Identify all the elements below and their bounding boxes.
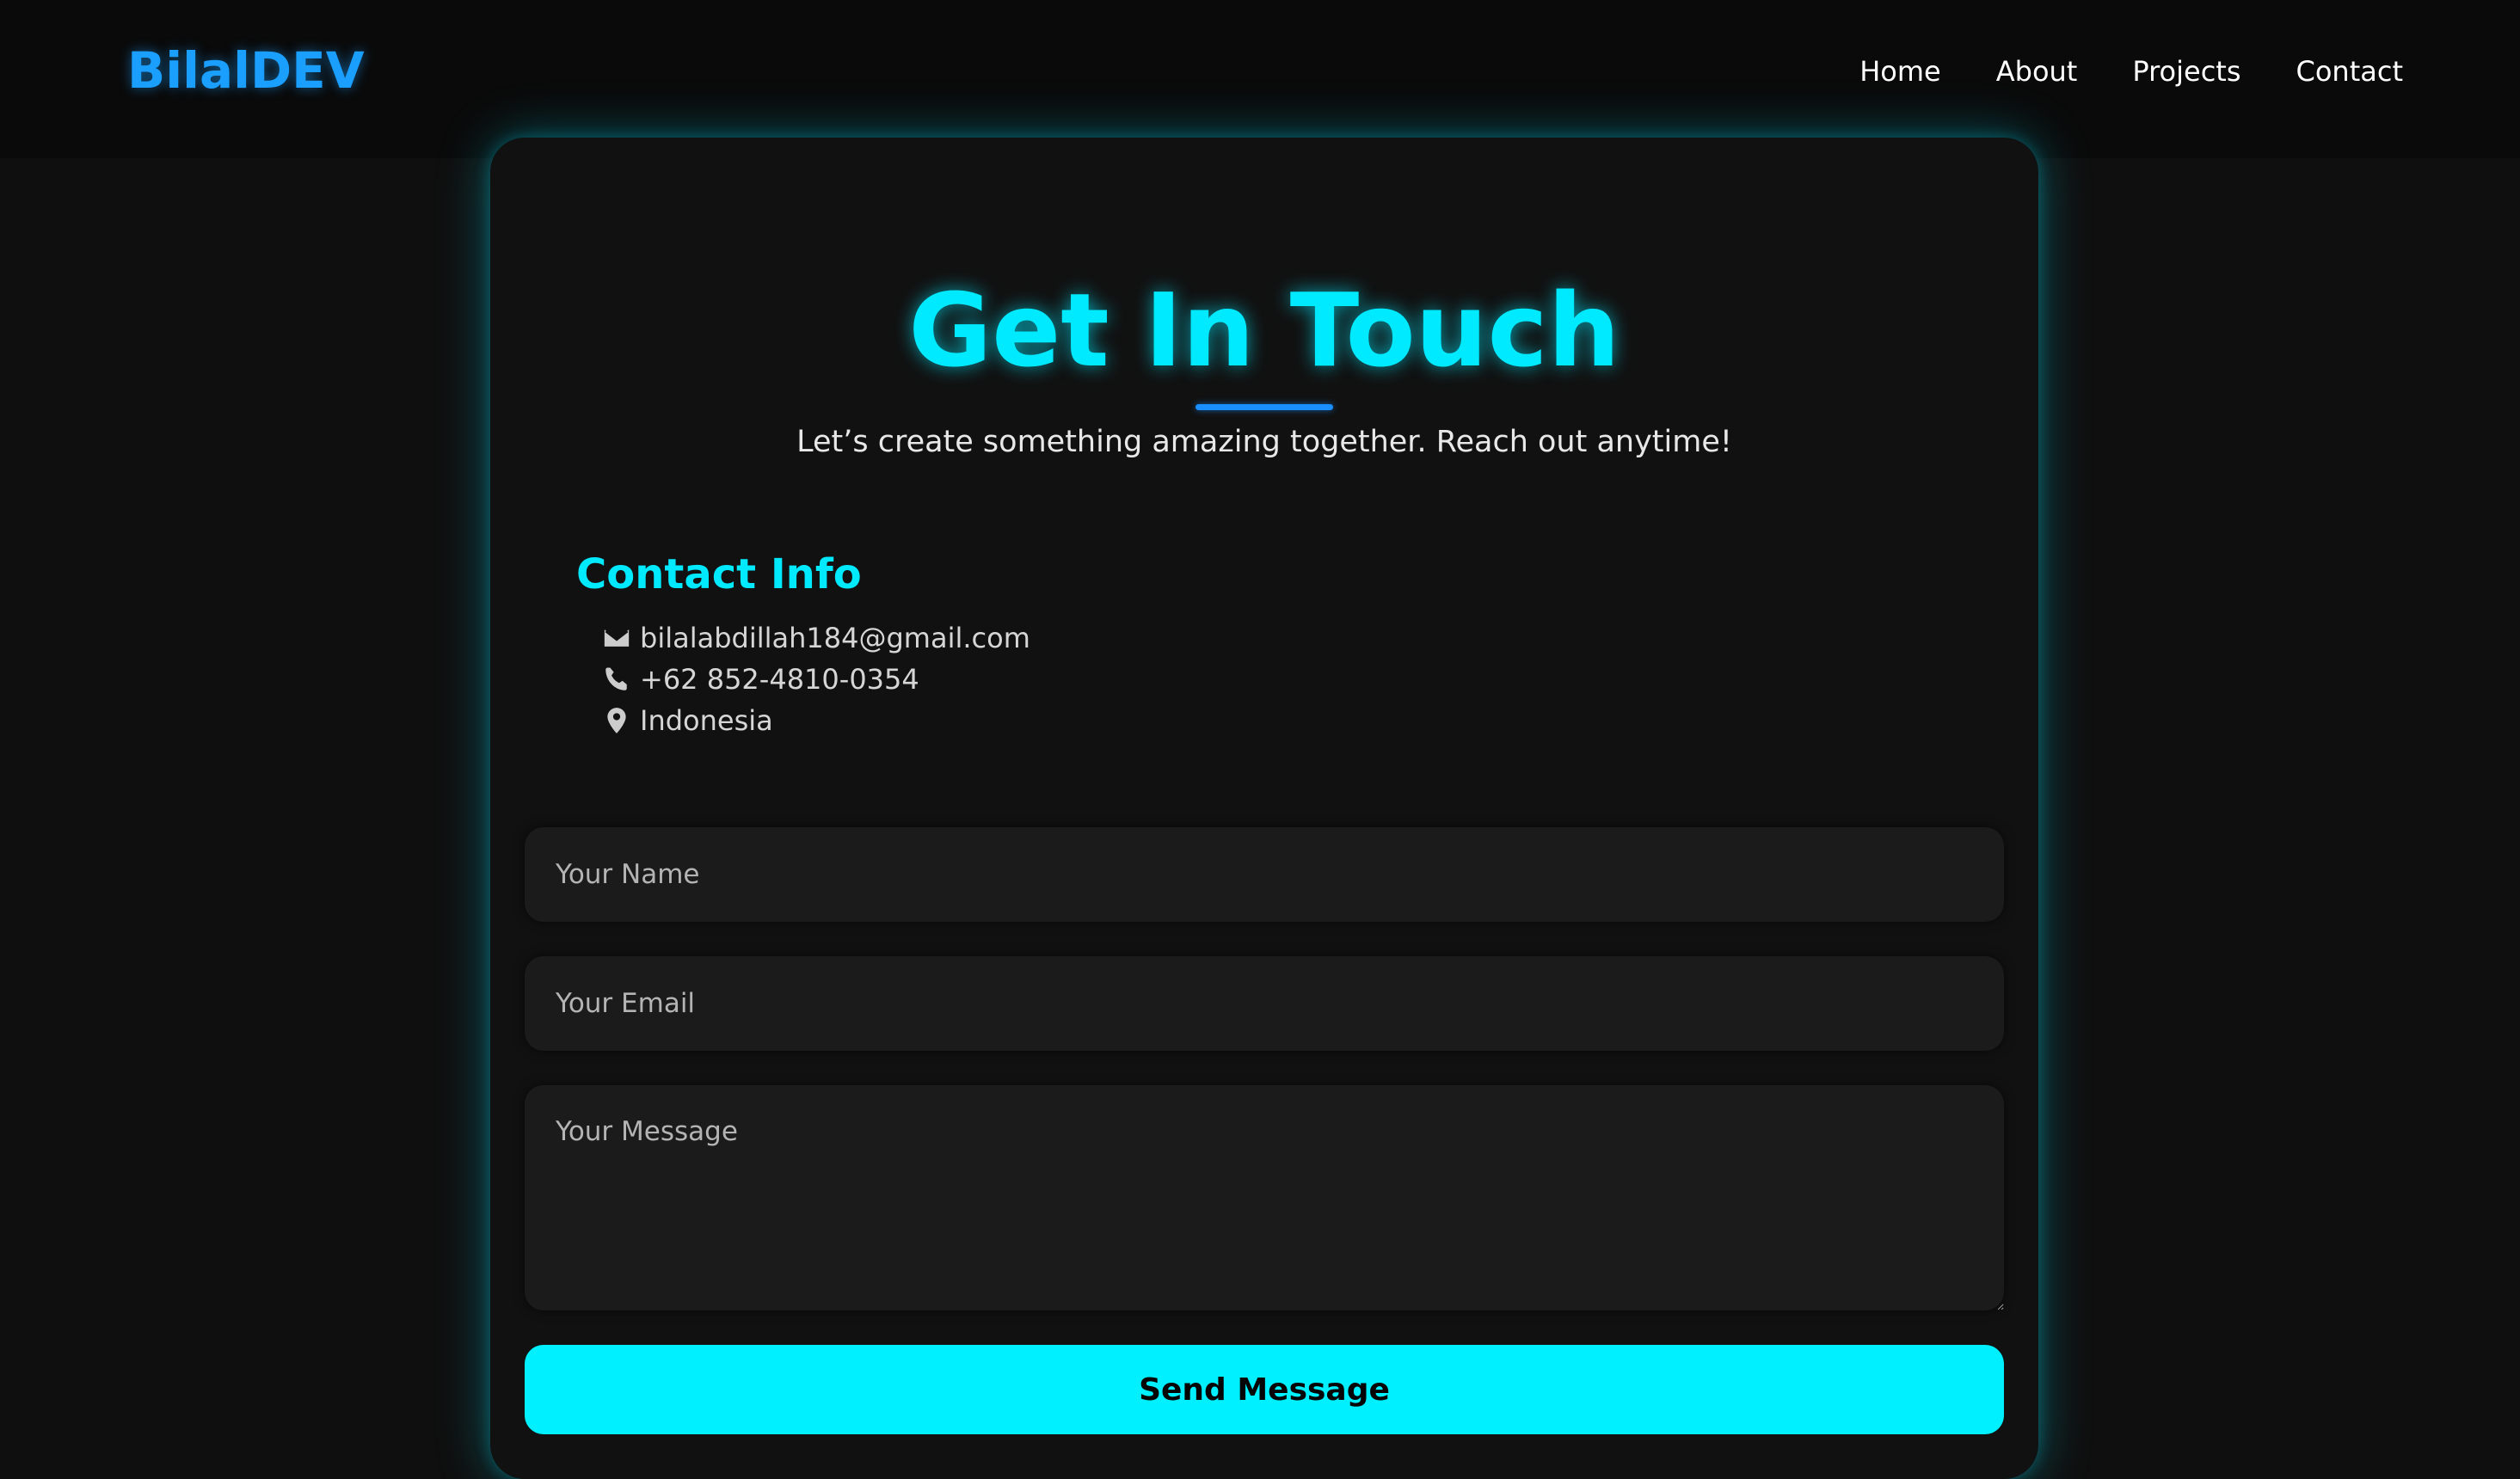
contact-info-list: bilalabdillah184@gmail.com +62 852-4810-… bbox=[602, 617, 1030, 741]
phone-icon bbox=[605, 667, 627, 690]
brand-logo[interactable]: BilalDEV bbox=[127, 41, 365, 100]
contact-email-text[interactable]: bilalabdillah184@gmail.com bbox=[640, 622, 1030, 654]
envelope-icon bbox=[604, 629, 630, 647]
email-input[interactable] bbox=[525, 956, 2004, 1051]
contact-phone-item: +62 852-4810-0354 bbox=[602, 659, 1030, 700]
navbar: BilalDEV Home About Projects Contact bbox=[0, 0, 2520, 158]
contact-info-title: Contact Info bbox=[576, 550, 862, 598]
page-subtitle: Let’s create something amazing together.… bbox=[796, 425, 1732, 459]
page-title: Get In Touch bbox=[908, 271, 1620, 390]
contact-email-item: bilalabdillah184@gmail.com bbox=[602, 617, 1030, 659]
main-nav: Home About Projects Contact bbox=[1859, 55, 2403, 88]
map-pin-icon bbox=[607, 708, 626, 733]
nav-link-projects[interactable]: Projects bbox=[2132, 55, 2240, 88]
contact-phone-text[interactable]: +62 852-4810-0354 bbox=[640, 663, 919, 696]
nav-link-contact[interactable]: Contact bbox=[2296, 55, 2404, 88]
nav-link-about[interactable]: About bbox=[1996, 55, 2078, 88]
message-textarea[interactable] bbox=[525, 1085, 2004, 1310]
title-underline bbox=[1195, 404, 1333, 410]
name-input[interactable] bbox=[525, 827, 2004, 922]
nav-link-home[interactable]: Home bbox=[1859, 55, 1941, 88]
send-message-button[interactable]: Send Message bbox=[525, 1345, 2004, 1434]
contact-card: Get In Touch Let’s create something amaz… bbox=[490, 138, 2038, 1479]
contact-location-text: Indonesia bbox=[640, 704, 773, 737]
contact-location-item: Indonesia bbox=[602, 700, 1030, 741]
